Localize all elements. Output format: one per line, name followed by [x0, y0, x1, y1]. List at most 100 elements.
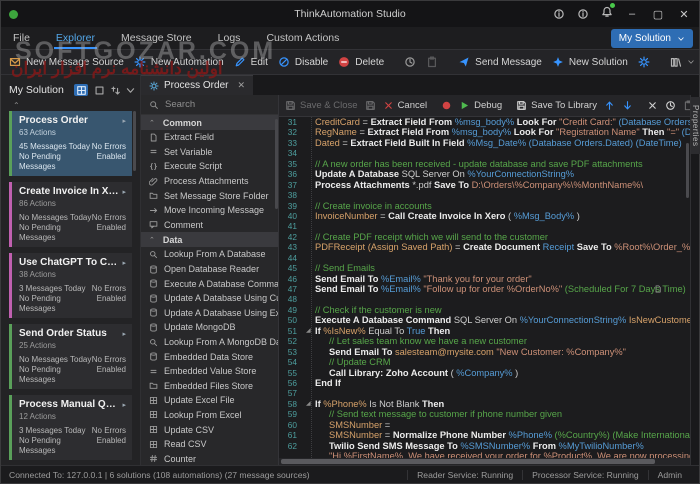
code-line-62[interactable]: 62 Twilio Send SMS Message To %SMSNumber%…	[279, 441, 690, 451]
code-line-33[interactable]: 33 Dated = Extract Field Built In Field %…	[279, 138, 690, 148]
new-automation-button[interactable]: New Automation	[134, 56, 224, 68]
tab-close-icon[interactable]: ✕	[233, 80, 245, 91]
action-item-open-database-reader[interactable]: Open Database Reader	[141, 262, 278, 277]
menu-item-custom-actions[interactable]: Custom Actions	[264, 29, 341, 49]
code-line-55[interactable]: 55 Call Library: Zoho Account ( %Company%…	[279, 368, 690, 378]
action-item-embedded-value-store[interactable]: Embedded Value Store	[141, 364, 278, 379]
record-button[interactable]	[441, 100, 452, 111]
code-line-50[interactable]: 50 Execute A Database Command SQL Server …	[279, 315, 690, 325]
action-item-update-csv[interactable]: Update CSV	[141, 422, 278, 437]
new-solution-button[interactable]: New Solution	[552, 56, 628, 68]
code-line-57[interactable]: 57	[279, 388, 690, 398]
code-line-36[interactable]: 36 Update A Database SQL Server On %YourC…	[279, 169, 690, 179]
automation-card-process-manual-quote-files[interactable]: Process Manual Quote Files▸ 12 Actions 3 M…	[9, 395, 132, 460]
library-button[interactable]	[670, 56, 695, 68]
help-icon[interactable]	[553, 8, 565, 20]
code-line-51[interactable]: 51 ◢ If %IsNew% Equal To True Then	[279, 326, 690, 336]
automation-card-process-order[interactable]: Process Order ▸ 63 Actions 45 Messages Toda…	[9, 111, 132, 176]
sidebar-scrollbar[interactable]	[133, 111, 136, 171]
fold-marker-icon[interactable]: ◢	[306, 326, 311, 336]
notifications-button[interactable]	[601, 3, 615, 23]
action-item-execute-a-database-command[interactable]: Execute A Database Command	[141, 276, 278, 291]
action-item-set-variable[interactable]: Set Variable	[141, 145, 278, 160]
tab-process-order[interactable]: Process Order ✕	[141, 75, 254, 95]
info-icon[interactable]	[577, 8, 589, 20]
code-line-49[interactable]: 49 // Check if the customer is new	[279, 305, 690, 315]
code-line-39[interactable]: 39 // Create invoice in accounts	[279, 201, 690, 211]
move-up-button[interactable]	[604, 100, 615, 111]
disable-button[interactable]: Disable	[278, 56, 328, 68]
action-item-lookup-from-a-mongodb-database[interactable]: Lookup From A MongoDB Database	[141, 335, 278, 350]
copy-button[interactable]	[665, 100, 676, 111]
action-item-update-excel-file[interactable]: Update Excel File	[141, 393, 278, 408]
code-line-35[interactable]: 35 // A new order has been received - upd…	[279, 159, 690, 169]
code-line-56[interactable]: 56 End If	[279, 378, 690, 388]
code-line-37[interactable]: 37 Process Attachments *.pdf Save To D:\O…	[279, 180, 690, 190]
code-line-59[interactable]: 59 // Send text message to customer if ph…	[279, 409, 690, 419]
code-area[interactable]: 31 CreditCard = Extract Field From %msg_b…	[279, 117, 690, 458]
action-item-move-incoming-message[interactable]: Move Incoming Message	[141, 203, 278, 218]
cancel-button[interactable]: Cancel	[383, 100, 427, 111]
code-line-58[interactable]: 58 ◢ If %Phone% Is Not Blank Then	[279, 399, 690, 409]
automation-card-send-order-status[interactable]: Send Order Status ▸ 25 Actions No Messages …	[9, 324, 132, 389]
automation-card-use-chatgpt-to-categorize[interactable]: Use ChatGPT To Categorize...▸ 38 Actions 3…	[9, 253, 132, 318]
menu-item-logs[interactable]: Logs	[216, 29, 243, 49]
code-line-60[interactable]: 60 SMSNumber =	[279, 420, 690, 430]
gear-button[interactable]	[638, 56, 650, 68]
editor-horizontal-scrollbar[interactable]	[279, 458, 690, 465]
my-solution-button[interactable]: My Solution	[610, 29, 693, 48]
code-line-54[interactable]: 54 // Update CRM	[279, 357, 690, 367]
action-item-embedded-data-store[interactable]: Embedded Data Store	[141, 349, 278, 364]
card-view-button[interactable]	[74, 84, 88, 96]
save-close-button[interactable]: Save & Close	[285, 100, 358, 111]
maximize-button[interactable]: ▢	[651, 8, 665, 21]
send-message-button[interactable]: Send Message	[458, 56, 542, 68]
code-line-47[interactable]: 47 Send Email To %Email% "Follow up for o…	[279, 284, 690, 294]
collapse-all-icon[interactable]: ⌃	[9, 101, 136, 111]
card-menu-icon[interactable]: ▸	[119, 401, 126, 409]
properties-tab[interactable]: Properties	[691, 97, 700, 155]
code-line-40[interactable]: 40 InvoiceNumber = Call Create Invoice In…	[279, 211, 690, 221]
code-line-44[interactable]: 44	[279, 253, 690, 263]
action-item-update-a-database-using-extracted-field[interactable]: Update A Database Using Extracted Field	[141, 306, 278, 321]
code-line-53[interactable]: 53 Send Email To salesteam@mysite.com "Ne…	[279, 347, 690, 357]
action-item-extract-field[interactable]: Extract Field	[141, 130, 278, 145]
code-line-34[interactable]: 34	[279, 148, 690, 158]
code-line-61[interactable]: 61 SMSNumber = Normalize Phone Number %Ph…	[279, 430, 690, 440]
action-item-update-mongodb[interactable]: Update MongoDB	[141, 320, 278, 335]
code-line-45[interactable]: 45 // Send Emails	[279, 263, 690, 273]
code-line-wrap[interactable]: "Hi %FirstName%. We have received your o…	[279, 451, 690, 458]
delete-button[interactable]: Delete	[338, 56, 384, 68]
move-down-button[interactable]	[622, 100, 633, 111]
menu-item-message-store[interactable]: Message Store	[119, 29, 194, 49]
chevron-down-icon[interactable]	[125, 85, 136, 96]
new-message-source-button[interactable]: New Message Source	[9, 56, 124, 68]
clock-button[interactable]	[404, 56, 416, 68]
save-to-library-button[interactable]: Save To Library	[516, 100, 597, 111]
card-menu-icon[interactable]: ▸	[119, 259, 126, 267]
actions-scrollbar[interactable]	[275, 119, 278, 209]
debug-button[interactable]: Debug	[459, 100, 502, 111]
code-line-52[interactable]: 52 // Let sales team know we have a new c…	[279, 336, 690, 346]
menu-item-file[interactable]: File	[11, 29, 32, 49]
code-line-31[interactable]: 31 CreditCard = Extract Field From %msg_b…	[279, 117, 690, 127]
fold-marker-icon[interactable]: ◢	[306, 399, 311, 409]
action-item-read-csv[interactable]: Read CSV	[141, 437, 278, 452]
cut-button[interactable]	[647, 100, 658, 111]
actions-section-common[interactable]: ⌃ Common	[141, 115, 278, 130]
action-item-set-message-store-folder[interactable]: Set Message Store Folder	[141, 188, 278, 203]
action-item-execute-script[interactable]: Execute Script	[141, 159, 278, 174]
action-item-embedded-files-store[interactable]: Embedded Files Store	[141, 379, 278, 394]
action-item-comment[interactable]: Comment	[141, 218, 278, 233]
action-item-process-attachments[interactable]: Process Attachments	[141, 174, 278, 189]
code-line-41[interactable]: 41	[279, 221, 690, 231]
card-menu-icon[interactable]: ▸	[119, 330, 126, 338]
code-line-46[interactable]: 46 Send Email To %Email% "Thank you for y…	[279, 274, 690, 284]
clipboard-button[interactable]	[426, 56, 438, 68]
edit-button[interactable]: Edit	[234, 56, 268, 68]
action-item-lookup-from-a-database[interactable]: Lookup From A Database	[141, 247, 278, 262]
automation-card-create-invoice-in-xero[interactable]: Create Invoice In Xero ▸ 86 Actions No Mess…	[9, 182, 132, 247]
action-item-lookup-from-excel[interactable]: Lookup From Excel	[141, 408, 278, 423]
minimize-button[interactable]: –	[625, 8, 639, 20]
sort-icon[interactable]	[110, 85, 121, 96]
